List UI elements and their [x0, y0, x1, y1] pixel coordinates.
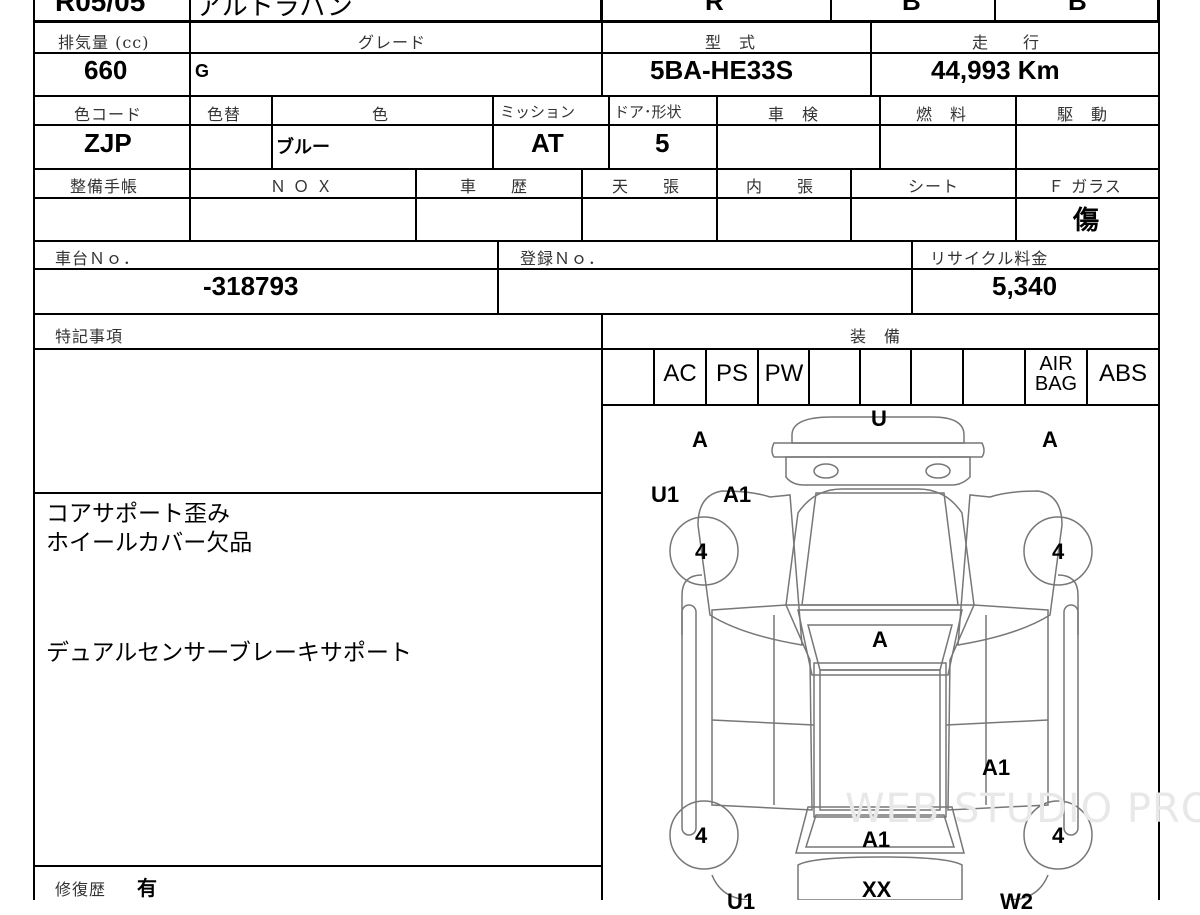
special-note-3: デュアルセンサーブレーキサポート — [46, 640, 412, 666]
mark-front-bumper: U — [871, 406, 887, 431]
label-repaint: 色替 — [207, 105, 242, 124]
mark-rear-right: W2 — [1000, 889, 1033, 914]
label-reg-no: 登録Ｎｏ． — [520, 249, 606, 268]
score-b2: B — [1068, 0, 1087, 16]
value-color: ブルー — [276, 137, 330, 158]
mark-rear-gate: XX — [862, 877, 892, 902]
headlight-right — [925, 463, 951, 479]
value-grade: G — [195, 61, 210, 81]
score-b1: B — [902, 0, 921, 16]
mark-tire-rl: 4 — [695, 823, 708, 848]
label-grade: グレード — [358, 33, 427, 52]
hood-panel — [801, 492, 959, 606]
watermark: WEB STUDIO PRO — [845, 786, 1200, 832]
label-color-code: 色コード — [74, 105, 143, 124]
value-f-glass: 傷 — [1073, 206, 1100, 236]
label-special-notes: 特記事項 — [55, 327, 124, 346]
left-border — [33, 0, 35, 900]
label-mileage: 走 行 — [972, 33, 1041, 52]
label-history: 車 歴 — [460, 177, 529, 196]
auction-date: R05/05 — [55, 0, 146, 17]
label-seat: シート — [908, 177, 960, 196]
mark-windshield: A — [872, 627, 888, 652]
special-note-2: ホイールカバー欠品 — [46, 530, 253, 556]
headlight-left — [813, 463, 839, 479]
value-model: 5BA-HE33S — [650, 55, 794, 85]
mark-tire-fl: 4 — [695, 539, 708, 564]
equip-abs: ABS — [1098, 360, 1148, 387]
mark-left-fender-u1: U1 — [651, 482, 680, 507]
value-color-code: ZJP — [84, 128, 132, 158]
label-drive: 駆 動 — [1057, 105, 1109, 124]
value-recycle-fee: 5,340 — [992, 271, 1058, 301]
left-door-split — [711, 719, 815, 726]
label-chassis-no: 車台Ｎｏ． — [55, 249, 141, 268]
value-displacement: 660 — [84, 55, 128, 85]
equip-ac: AC — [663, 360, 697, 387]
label-door-shape: ドア･形状 — [614, 103, 682, 121]
mark-tire-fr: 4 — [1052, 539, 1065, 564]
equip-pw: PW — [764, 360, 804, 387]
label-displacement: 排気量 (cc) — [58, 33, 150, 52]
label-record-book: 整備手帳 — [70, 177, 139, 196]
left-side-strip — [681, 604, 697, 836]
equip-airbag: AIR BAG — [1026, 354, 1086, 394]
label-color: 色 — [372, 105, 390, 124]
label-recycle-fee: リサイクル料金 — [930, 249, 1049, 268]
equip-ps: PS — [715, 360, 748, 387]
label-transmission: ミッション — [500, 103, 576, 121]
right-border — [1158, 0, 1160, 405]
score-r: R — [705, 0, 724, 16]
mark-front-right-corner: A — [1042, 427, 1058, 452]
label-nox: Ｎ Ｏ Ｘ — [270, 177, 334, 196]
label-repair-history: 修復歴 — [55, 880, 107, 899]
right-door-split — [945, 719, 1049, 726]
left-fender — [697, 490, 803, 646]
label-fuel: 燃 料 — [916, 105, 968, 124]
right-fender — [957, 490, 1063, 646]
value-chassis-no: -318793 — [203, 271, 299, 301]
label-model: 型 式 — [705, 33, 757, 52]
value-repair-history: 有 — [137, 876, 157, 900]
value-mileage: 44,993 Km — [931, 55, 1060, 85]
label-headliner: 天 張 — [612, 177, 681, 196]
label-f-glass: Ｆ ガラス — [1048, 177, 1122, 196]
label-interior: 内 張 — [746, 177, 815, 196]
label-inspection: 車 検 — [768, 105, 820, 124]
value-transmission: AT — [531, 128, 564, 158]
front-grille-shape — [771, 442, 985, 458]
equip-airbag-line2: BAG — [1034, 373, 1078, 395]
label-equipment: 装 備 — [850, 327, 902, 346]
equip-airbag-line1: AIR — [1039, 353, 1073, 375]
mark-right-rear-door: A1 — [982, 755, 1011, 780]
car-name: アルトラパン — [196, 0, 353, 22]
mark-front-left-corner: A — [692, 427, 708, 452]
mark-rear-left: U1 — [727, 889, 756, 914]
mark-left-fender-a1: A1 — [723, 482, 752, 507]
value-door-shape: 5 — [655, 128, 670, 158]
